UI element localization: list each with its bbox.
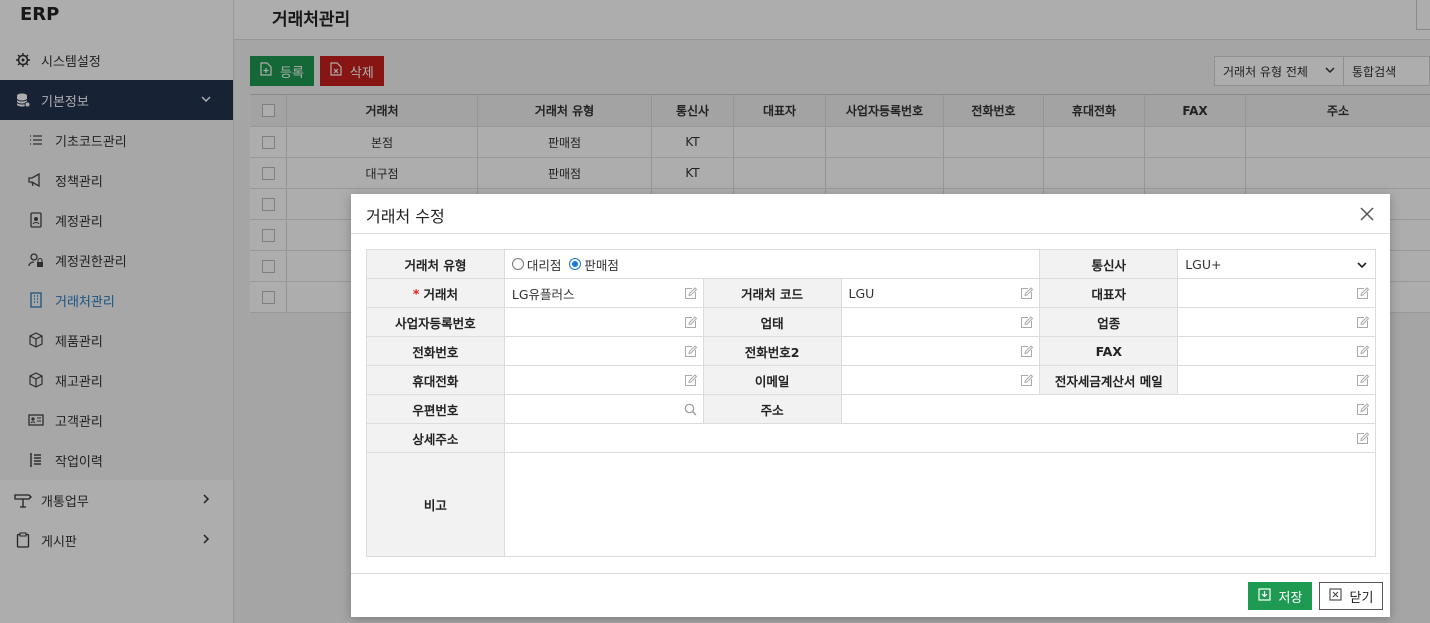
- radio-button-selected[interactable]: [569, 258, 582, 270]
- name-field-value: LG유플러스: [511, 286, 575, 302]
- modal-header: 거래처 수정: [351, 194, 1390, 234]
- biz-no-field[interactable]: [504, 308, 704, 337]
- edit-icon: [684, 287, 697, 300]
- edit-icon: [684, 374, 697, 387]
- email-field[interactable]: [841, 366, 1041, 395]
- close-box-icon: [1328, 587, 1342, 605]
- edit-icon: [1020, 345, 1034, 358]
- close-button-label: 닫기: [1349, 590, 1374, 606]
- close-button[interactable]: 닫기: [1319, 582, 1383, 610]
- name-field[interactable]: LG유플러스: [504, 279, 704, 308]
- fax-field[interactable]: [1178, 337, 1377, 366]
- edit-icon: [1356, 403, 1370, 416]
- radio-label: 대리점: [526, 257, 562, 273]
- phone2-field[interactable]: [841, 337, 1041, 366]
- close-icon[interactable]: [1358, 205, 1376, 223]
- memo-textarea[interactable]: [504, 453, 1376, 557]
- biz-type-field[interactable]: [841, 308, 1041, 337]
- code-field[interactable]: LGU: [841, 279, 1041, 308]
- edit-icon: [684, 345, 697, 358]
- memo-label: 비고: [367, 453, 505, 557]
- edit-icon: [1356, 316, 1370, 329]
- address-detail-field[interactable]: [504, 424, 1376, 453]
- edit-icon: [1356, 432, 1370, 445]
- phone-field[interactable]: [504, 337, 704, 366]
- radio-label: 판매점: [584, 257, 619, 273]
- phone-label: 전화번호: [367, 337, 505, 366]
- ceo-field[interactable]: [1178, 279, 1377, 308]
- address-detail-label: 상세주소: [367, 424, 505, 453]
- carrier-select[interactable]: LGU+: [1178, 250, 1376, 279]
- modal-footer: 저장 닫기: [351, 573, 1390, 617]
- save-button-label: 저장: [1278, 590, 1303, 606]
- edit-icon: [684, 316, 697, 329]
- biz-type-label: 업태: [703, 308, 842, 337]
- carrier-label: 통신사: [1040, 250, 1179, 279]
- phone2-label: 전화번호2: [703, 337, 842, 366]
- mobile-label: 휴대전화: [367, 366, 505, 395]
- address-label: 주소: [703, 395, 842, 424]
- carrier-select-value: LGU+: [1185, 256, 1222, 272]
- type-radio-group: 대리점 판매점: [504, 250, 1041, 279]
- ceo-label: 대표자: [1040, 279, 1179, 308]
- radio-button[interactable]: [511, 258, 524, 270]
- save-icon: [1257, 587, 1271, 605]
- email-label: 이메일: [703, 366, 842, 395]
- edit-icon: [1356, 345, 1370, 358]
- name-label-text: 거래처: [423, 286, 458, 302]
- search-icon[interactable]: [684, 403, 697, 416]
- edit-icon: [1020, 316, 1034, 329]
- address-field[interactable]: [841, 395, 1376, 424]
- type-label: 거래처 유형: [367, 250, 505, 279]
- edit-icon: [1020, 374, 1034, 387]
- edit-icon: [1356, 374, 1370, 387]
- edit-icon: [1020, 287, 1034, 300]
- chevron-down-icon: [1356, 259, 1369, 272]
- tax-email-label: 전자세금계산서 메일: [1040, 366, 1179, 395]
- code-label: 거래처 코드: [703, 279, 842, 308]
- modal-title: 거래처 수정: [366, 207, 445, 226]
- edit-client-modal: 거래처 수정 거래처 유형 대리점 판매점 통신사 LGU+ * 거래처 LG유플…: [351, 194, 1390, 617]
- biz-item-field[interactable]: [1178, 308, 1377, 337]
- radio-retailer[interactable]: 판매점: [569, 255, 619, 274]
- code-field-value: LGU: [848, 285, 875, 301]
- radio-agency[interactable]: 대리점: [511, 255, 562, 274]
- name-label: * 거래처: [367, 279, 505, 308]
- biz-item-label: 업종: [1040, 308, 1179, 337]
- save-button[interactable]: 저장: [1248, 582, 1312, 610]
- zip-label: 우편번호: [367, 395, 505, 424]
- required-mark: *: [412, 285, 420, 301]
- edit-icon: [1356, 287, 1370, 300]
- fax-label: FAX: [1040, 337, 1179, 366]
- tax-email-field[interactable]: [1178, 366, 1377, 395]
- zip-field[interactable]: [504, 395, 704, 424]
- mobile-field[interactable]: [504, 366, 704, 395]
- client-form: 거래처 유형 대리점 판매점 통신사 LGU+ * 거래처 LG유플러스 거래처 …: [366, 249, 1377, 557]
- biz-no-label: 사업자등록번호: [367, 308, 505, 337]
